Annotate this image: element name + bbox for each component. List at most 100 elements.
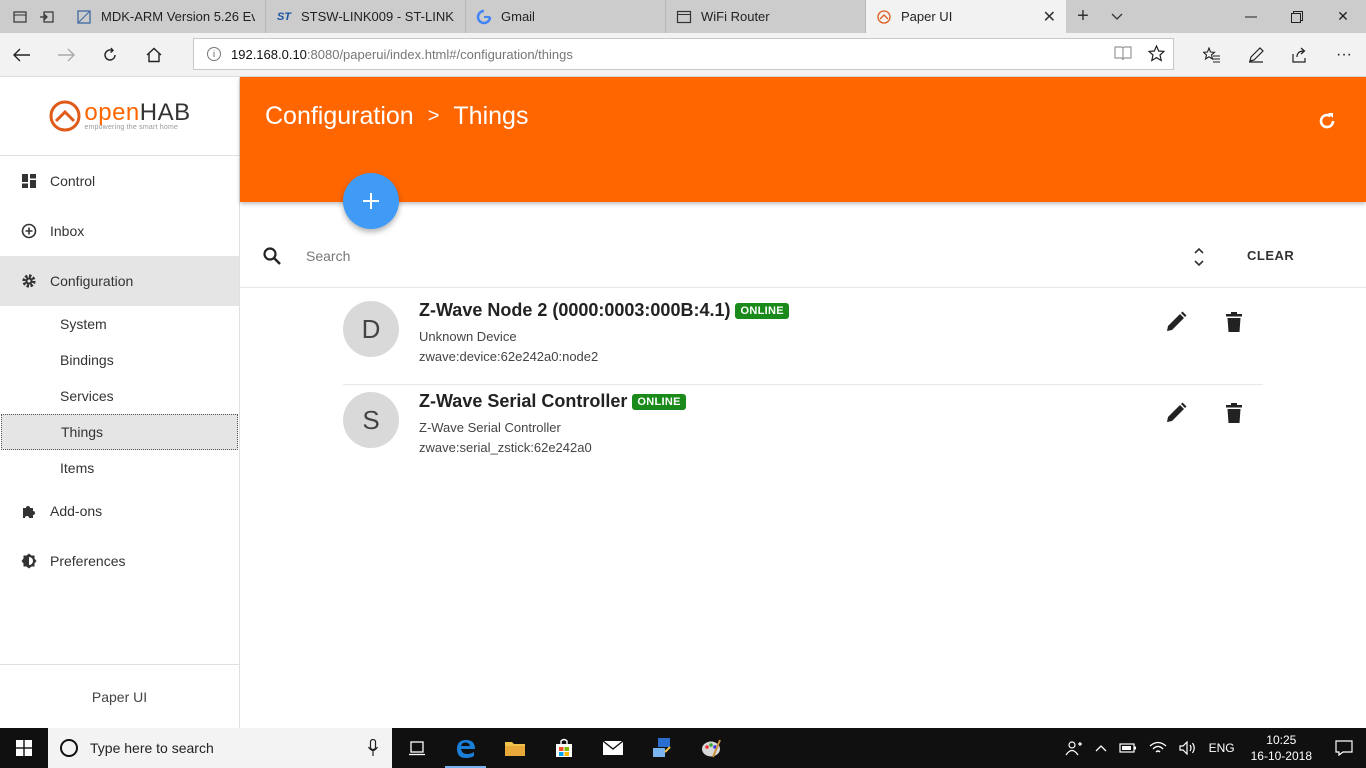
- taskbar-search-box[interactable]: Type here to search: [48, 728, 392, 768]
- browser-tab-gmail[interactable]: Gmail: [466, 0, 666, 33]
- thing-name: Z-Wave Node 2 (0000:0003:000B:4.1): [419, 300, 731, 320]
- file-explorer-icon[interactable]: [490, 728, 539, 768]
- input-language[interactable]: ENG: [1203, 741, 1241, 755]
- sidebar-subitem-services[interactable]: Services: [0, 378, 239, 414]
- close-tab-icon[interactable]: ✕: [1043, 7, 1056, 27]
- network-app-icon[interactable]: [637, 728, 686, 768]
- sidebar-item-inbox[interactable]: Inbox: [0, 206, 239, 256]
- edit-pencil-icon[interactable]: [1165, 402, 1187, 424]
- battery-icon[interactable]: [1113, 742, 1143, 754]
- add-thing-button[interactable]: [343, 173, 399, 229]
- favorite-star-icon[interactable]: [1147, 44, 1166, 67]
- sidebar-item-control[interactable]: Control: [0, 156, 239, 206]
- openhab-logo[interactable]: openHAB empowering the smart home: [0, 77, 239, 156]
- tab-preview-chevron-icon[interactable]: [1100, 0, 1134, 33]
- tab-actions: [0, 0, 66, 33]
- sidebar-subitem-things[interactable]: Things: [1, 414, 238, 450]
- store-icon[interactable]: [539, 728, 588, 768]
- browser-tab-paperui[interactable]: Paper UI ✕: [866, 0, 1066, 33]
- system-clock[interactable]: 10:25 16-10-2018: [1241, 732, 1322, 764]
- tabs-aside-icon[interactable]: [12, 9, 28, 25]
- st-logo-icon: ST: [276, 10, 292, 23]
- thing-list-item[interactable]: D Z-Wave Node 2 (0000:0003:000B:4.1) ONLI…: [343, 295, 1263, 385]
- volume-icon[interactable]: [1173, 741, 1203, 755]
- mail-icon[interactable]: [588, 728, 637, 768]
- add-circle-icon: [20, 222, 38, 240]
- avatar: D: [343, 301, 399, 357]
- reload-button[interactable]: [88, 33, 132, 77]
- delete-trash-icon[interactable]: [1225, 311, 1243, 333]
- breadcrumb-parent[interactable]: Configuration: [265, 102, 414, 131]
- wifi-icon[interactable]: [1143, 741, 1173, 755]
- search-icon: [262, 246, 282, 266]
- people-icon[interactable]: [1059, 740, 1089, 756]
- close-window-icon[interactable]: ✕: [1320, 0, 1366, 33]
- sidebar-item-label: Preferences: [50, 553, 126, 569]
- back-button[interactable]: [0, 33, 44, 77]
- tab-title: WiFi Router: [701, 9, 770, 24]
- sidebar-subitem-label: Services: [60, 388, 114, 404]
- sidebar-subitem-system[interactable]: System: [0, 306, 239, 342]
- url-host: 192.168.0.10: [231, 46, 307, 62]
- thing-list-item[interactable]: S Z-Wave Serial Controller ONLINE Z-Wave …: [343, 386, 1263, 476]
- page-header: Configuration > Things: [240, 77, 1366, 202]
- clear-button[interactable]: CLEAR: [1247, 248, 1294, 263]
- show-hidden-icons-chevron-icon[interactable]: [1089, 744, 1113, 752]
- add-notes-pen-icon[interactable]: [1234, 33, 1278, 77]
- minimize-icon[interactable]: [1228, 0, 1274, 33]
- status-badge: ONLINE: [735, 302, 789, 319]
- sidebar-subitem-items[interactable]: Items: [0, 450, 239, 486]
- windows-taskbar: Type here to search ENG 10:25 16-10-2018: [0, 728, 1366, 768]
- more-menu-icon[interactable]: ···: [1322, 33, 1366, 77]
- browser-tab-mdk[interactable]: MDK-ARM Version 5.26 Eva: [66, 0, 266, 33]
- gear-icon: [20, 272, 38, 290]
- action-center-icon[interactable]: [1322, 740, 1366, 756]
- sidebar-subitem-bindings[interactable]: Bindings: [0, 342, 239, 378]
- task-view-icon[interactable]: [392, 728, 441, 768]
- search-input[interactable]: [306, 245, 1106, 267]
- thing-info: Z-Wave Serial Controller ONLINE Z-Wave Se…: [419, 391, 686, 455]
- site-info-icon[interactable]: i: [207, 47, 221, 61]
- reading-view-icon[interactable]: [1114, 45, 1132, 67]
- new-tab-button[interactable]: +: [1066, 0, 1100, 33]
- restore-icon[interactable]: [1274, 0, 1320, 33]
- sidebar: openHAB empowering the smart home Contro…: [0, 77, 240, 728]
- sidebar-item-preferences[interactable]: Preferences: [0, 536, 239, 586]
- sort-icon[interactable]: [1192, 246, 1206, 268]
- url-path: :8080/paperui/index.html#/configuration/…: [306, 46, 573, 62]
- address-bar[interactable]: i 192.168.0.10:8080/paperui/index.html#/…: [193, 38, 1174, 70]
- avatar: S: [343, 392, 399, 448]
- sidebar-item-label: Configuration: [50, 273, 134, 289]
- breadcrumb-separator: >: [427, 105, 440, 127]
- plus-icon: [363, 193, 379, 209]
- start-button[interactable]: [0, 728, 48, 768]
- sidebar-subitem-label: Items: [60, 460, 95, 476]
- sidebar-item-configuration[interactable]: Configuration: [0, 256, 239, 306]
- thing-description: Unknown Device: [419, 329, 517, 344]
- tab-title: Gmail: [501, 9, 535, 24]
- microphone-icon[interactable]: [367, 738, 379, 757]
- edit-pencil-icon[interactable]: [1165, 311, 1187, 333]
- breadcrumb: Configuration > Things: [265, 102, 528, 131]
- favorites-hub-icon[interactable]: [1190, 33, 1234, 77]
- address-bar-actions: [1114, 44, 1166, 67]
- refresh-icon[interactable]: [1316, 110, 1338, 132]
- browser-tab-wifi[interactable]: WiFi Router: [666, 0, 866, 33]
- browser-tab-stsw[interactable]: ST STSW-LINK009 - ST-LINK, S: [266, 0, 466, 33]
- home-button[interactable]: [132, 33, 176, 77]
- edge-browser-icon[interactable]: [441, 728, 490, 768]
- share-icon[interactable]: [1278, 33, 1322, 77]
- logo-text-hab: HAB: [139, 98, 191, 126]
- tab-title: STSW-LINK009 - ST-LINK, S: [301, 9, 455, 24]
- openhab-logo-mark-icon: [48, 99, 82, 133]
- logo-tagline: empowering the smart home: [84, 123, 179, 131]
- delete-trash-icon[interactable]: [1225, 402, 1243, 424]
- thing-info: Z-Wave Node 2 (0000:0003:000B:4.1) ONLINE…: [419, 300, 789, 364]
- forward-button[interactable]: [44, 33, 88, 77]
- system-tray: ENG 10:25 16-10-2018: [1059, 728, 1366, 768]
- paint-app-icon[interactable]: [686, 728, 735, 768]
- set-tabs-aside-icon[interactable]: [39, 9, 55, 25]
- window-controls: ✕: [1228, 0, 1366, 33]
- sidebar-item-addons[interactable]: Add-ons: [0, 486, 239, 536]
- browser-toolbar-right: ···: [1190, 33, 1366, 77]
